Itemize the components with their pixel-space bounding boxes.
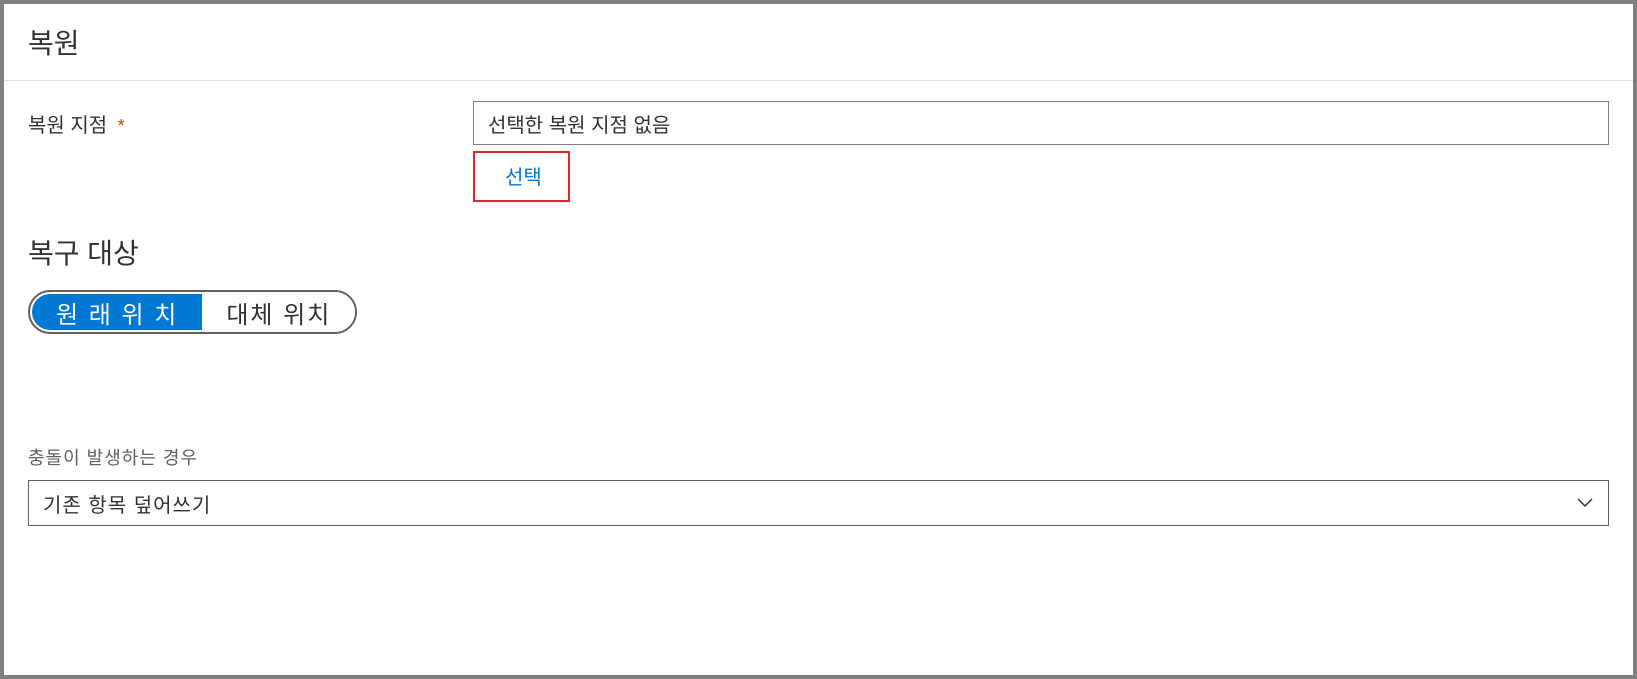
conflict-section: 충돌이 발생하는 경우 기존 항목 덮어쓰기 (28, 444, 1609, 526)
select-link-wrap: 선택 (473, 151, 570, 202)
header: 복원 (4, 4, 1633, 81)
restore-point-label-col: 복원 지점 * (28, 101, 473, 138)
recovery-target-toggle: 원 래 위 치 대체 위치 (28, 290, 357, 334)
select-restore-point-link[interactable]: 선택 (505, 167, 542, 189)
chevron-down-icon (1576, 494, 1594, 512)
recovery-target-title: 복구 대상 (28, 232, 1609, 272)
conflict-dropdown[interactable]: 기존 항목 덮어쓰기 (28, 480, 1609, 526)
restore-point-label: 복원 지점 (28, 115, 107, 137)
conflict-selected-value: 기존 항목 덮어쓰기 (43, 489, 211, 518)
toggle-alternate-location[interactable]: 대체 위치 (202, 292, 355, 332)
content: 복원 지점 * 선택 복구 대상 원 래 위 치 대체 위치 충돌이 발생하는 … (4, 81, 1633, 546)
toggle-original-location[interactable]: 원 래 위 치 (32, 294, 202, 330)
page-title: 복원 (28, 22, 1609, 62)
conflict-label: 충돌이 발생하는 경우 (28, 444, 1609, 470)
restore-point-input-col: 선택 (473, 101, 1609, 202)
restore-panel: 복원 복원 지점 * 선택 복구 대상 원 래 위 치 대체 위치 충돌이 (0, 0, 1637, 679)
select-link-highlight: 선택 (473, 151, 570, 202)
restore-point-input[interactable] (473, 101, 1609, 145)
restore-point-row: 복원 지점 * 선택 (28, 101, 1609, 202)
required-indicator: * (118, 116, 125, 136)
